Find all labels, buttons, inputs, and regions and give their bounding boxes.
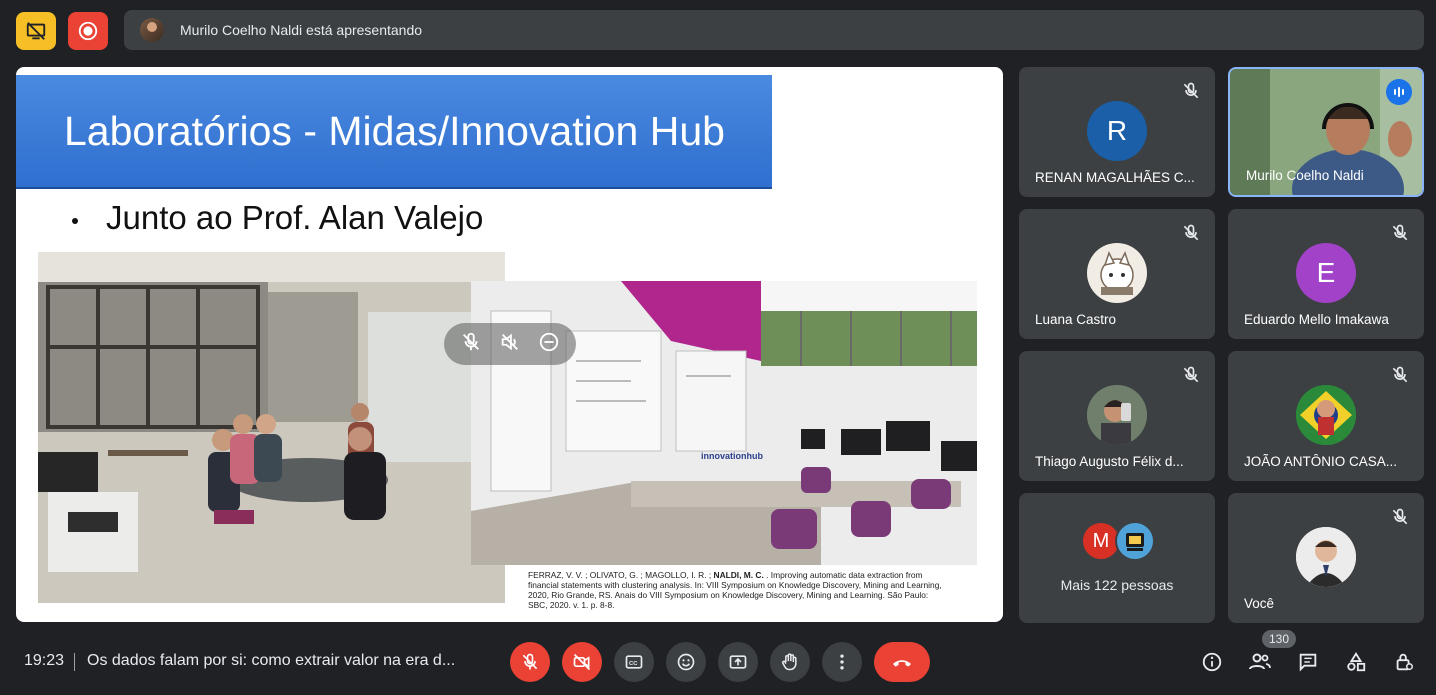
pinned-tile-controls [444, 323, 576, 365]
avatar [1296, 527, 1356, 587]
presenter-avatar [140, 18, 164, 42]
more-avatars: M [1081, 521, 1155, 561]
citation-author-bold: NALDI, M. C. [713, 570, 764, 580]
participant-name: RENAN MAGALHÃES C... [1035, 170, 1195, 185]
mic-off-icon [1183, 82, 1199, 99]
lab-photo-left-image [38, 252, 505, 603]
participant-tile-luana[interactable]: Luana Castro [1019, 209, 1215, 339]
people-button[interactable] [1248, 650, 1272, 674]
avatar [1087, 385, 1147, 445]
slide-bullet: Junto ao Prof. Alan Valejo [72, 199, 483, 237]
participant-tile-murilo[interactable]: Murilo Coelho Naldi [1228, 67, 1424, 197]
hand-icon [782, 653, 797, 671]
meeting-details-button[interactable] [1200, 650, 1224, 674]
svg-text:innovationhub: innovationhub [701, 451, 763, 461]
people-icon [1249, 653, 1271, 670]
avatar-initial: E [1316, 257, 1336, 288]
closed-captions-icon: CC [625, 655, 643, 669]
presenting-banner: Murilo Coelho Naldi está apresentando [124, 10, 1424, 50]
leave-call-button[interactable] [874, 642, 930, 682]
slide-title: Laboratórios - Midas/Innovation Hub [64, 107, 725, 154]
avatar-initial: R [1106, 115, 1128, 146]
raise-hand-button[interactable] [770, 642, 810, 682]
host-controls-button[interactable] [1392, 650, 1416, 674]
activities-button[interactable] [1344, 650, 1368, 674]
avatar [1087, 243, 1147, 303]
reactions-button[interactable] [666, 642, 706, 682]
participant-name: Você [1244, 596, 1275, 611]
participant-name: JOÃO ANTÔNIO CASA... [1244, 454, 1398, 469]
mic-off-icon [1392, 366, 1408, 383]
bullet-dot [72, 218, 78, 224]
emoji-icon [677, 653, 695, 671]
chat-button[interactable] [1296, 650, 1320, 674]
bullet-text: Junto ao Prof. Alan Valejo [106, 199, 484, 236]
more-vert-icon [840, 654, 844, 670]
recording-button[interactable] [68, 12, 108, 50]
mic-off-icon[interactable] [460, 331, 482, 358]
volume-off-icon[interactable] [499, 331, 521, 358]
participant-tile-self[interactable]: Você [1228, 493, 1424, 623]
mic-toggle-button[interactable] [510, 642, 550, 682]
camera-off-icon [573, 653, 591, 671]
participant-name: Murilo Coelho Naldi [1246, 168, 1364, 183]
mic-off-icon [1392, 224, 1408, 241]
camera-toggle-button[interactable] [562, 642, 602, 682]
record-icon [78, 21, 98, 41]
info-icon [1202, 652, 1222, 672]
slide-citation: FERRAZ, V. V. ; OLIVATO, G. ; MAGOLLO, I… [528, 570, 948, 610]
presenting-text: Murilo Coelho Naldi está apresentando [180, 22, 423, 38]
participant-name: Thiago Augusto Félix d... [1035, 454, 1184, 469]
avatar: R [1087, 101, 1147, 161]
mic-off-icon [1183, 224, 1199, 241]
call-end-icon [893, 660, 911, 667]
participant-name: Luana Castro [1035, 312, 1117, 327]
shapes-icon [1347, 652, 1366, 672]
chat-icon [1299, 653, 1317, 672]
remove-tile-icon[interactable] [538, 331, 560, 358]
participant-tile-thiago[interactable]: Thiago Augusto Félix d... [1019, 351, 1215, 481]
more-people-label: Mais 122 pessoas [1060, 577, 1174, 593]
more-options-button[interactable] [822, 642, 862, 682]
divider [74, 653, 75, 671]
present-now-button[interactable] [718, 642, 758, 682]
presentation-status-button[interactable] [16, 12, 56, 50]
participant-tile-renan[interactable]: R RENAN MAGALHÃES C... [1019, 67, 1215, 197]
participant-tile-joao[interactable]: JOÃO ANTÔNIO CASA... [1228, 351, 1424, 481]
participant-count-badge: 130 [1262, 630, 1296, 648]
participant-tile-more[interactable]: M Mais 122 pessoas [1019, 493, 1215, 623]
slide-title-bar: Laboratórios - Midas/Innovation Hub [16, 75, 772, 189]
mic-off-icon [522, 653, 538, 670]
captions-button[interactable]: CC [614, 642, 654, 682]
lock-person-icon [1396, 653, 1413, 671]
citation-authors: FERRAZ, V. V. ; OLIVATO, G. ; MAGOLLO, I… [528, 570, 714, 580]
meeting-time: 19:23 [24, 652, 65, 669]
mic-off-icon [1183, 366, 1199, 383]
avatar-initial: M [1092, 529, 1110, 552]
participant-name: Eduardo Mello Imakawa [1244, 312, 1389, 327]
avatar [1115, 521, 1155, 561]
avatar [1296, 385, 1356, 445]
mic-off-icon [1392, 508, 1408, 525]
present-screen-off-icon [26, 22, 46, 40]
meeting-title: Os dados falam por si: como extrair valo… [87, 652, 456, 669]
shared-screen[interactable]: Laboratórios - Midas/Innovation Hub Junt… [16, 67, 1003, 622]
speaking-indicator-icon [1386, 79, 1412, 105]
avatar: E [1296, 243, 1356, 303]
lab-photo-left [38, 252, 505, 603]
present-screen-icon [729, 655, 747, 669]
participant-tile-eduardo[interactable]: E Eduardo Mello Imakawa [1228, 209, 1424, 339]
svg-text:CC: CC [629, 661, 638, 667]
